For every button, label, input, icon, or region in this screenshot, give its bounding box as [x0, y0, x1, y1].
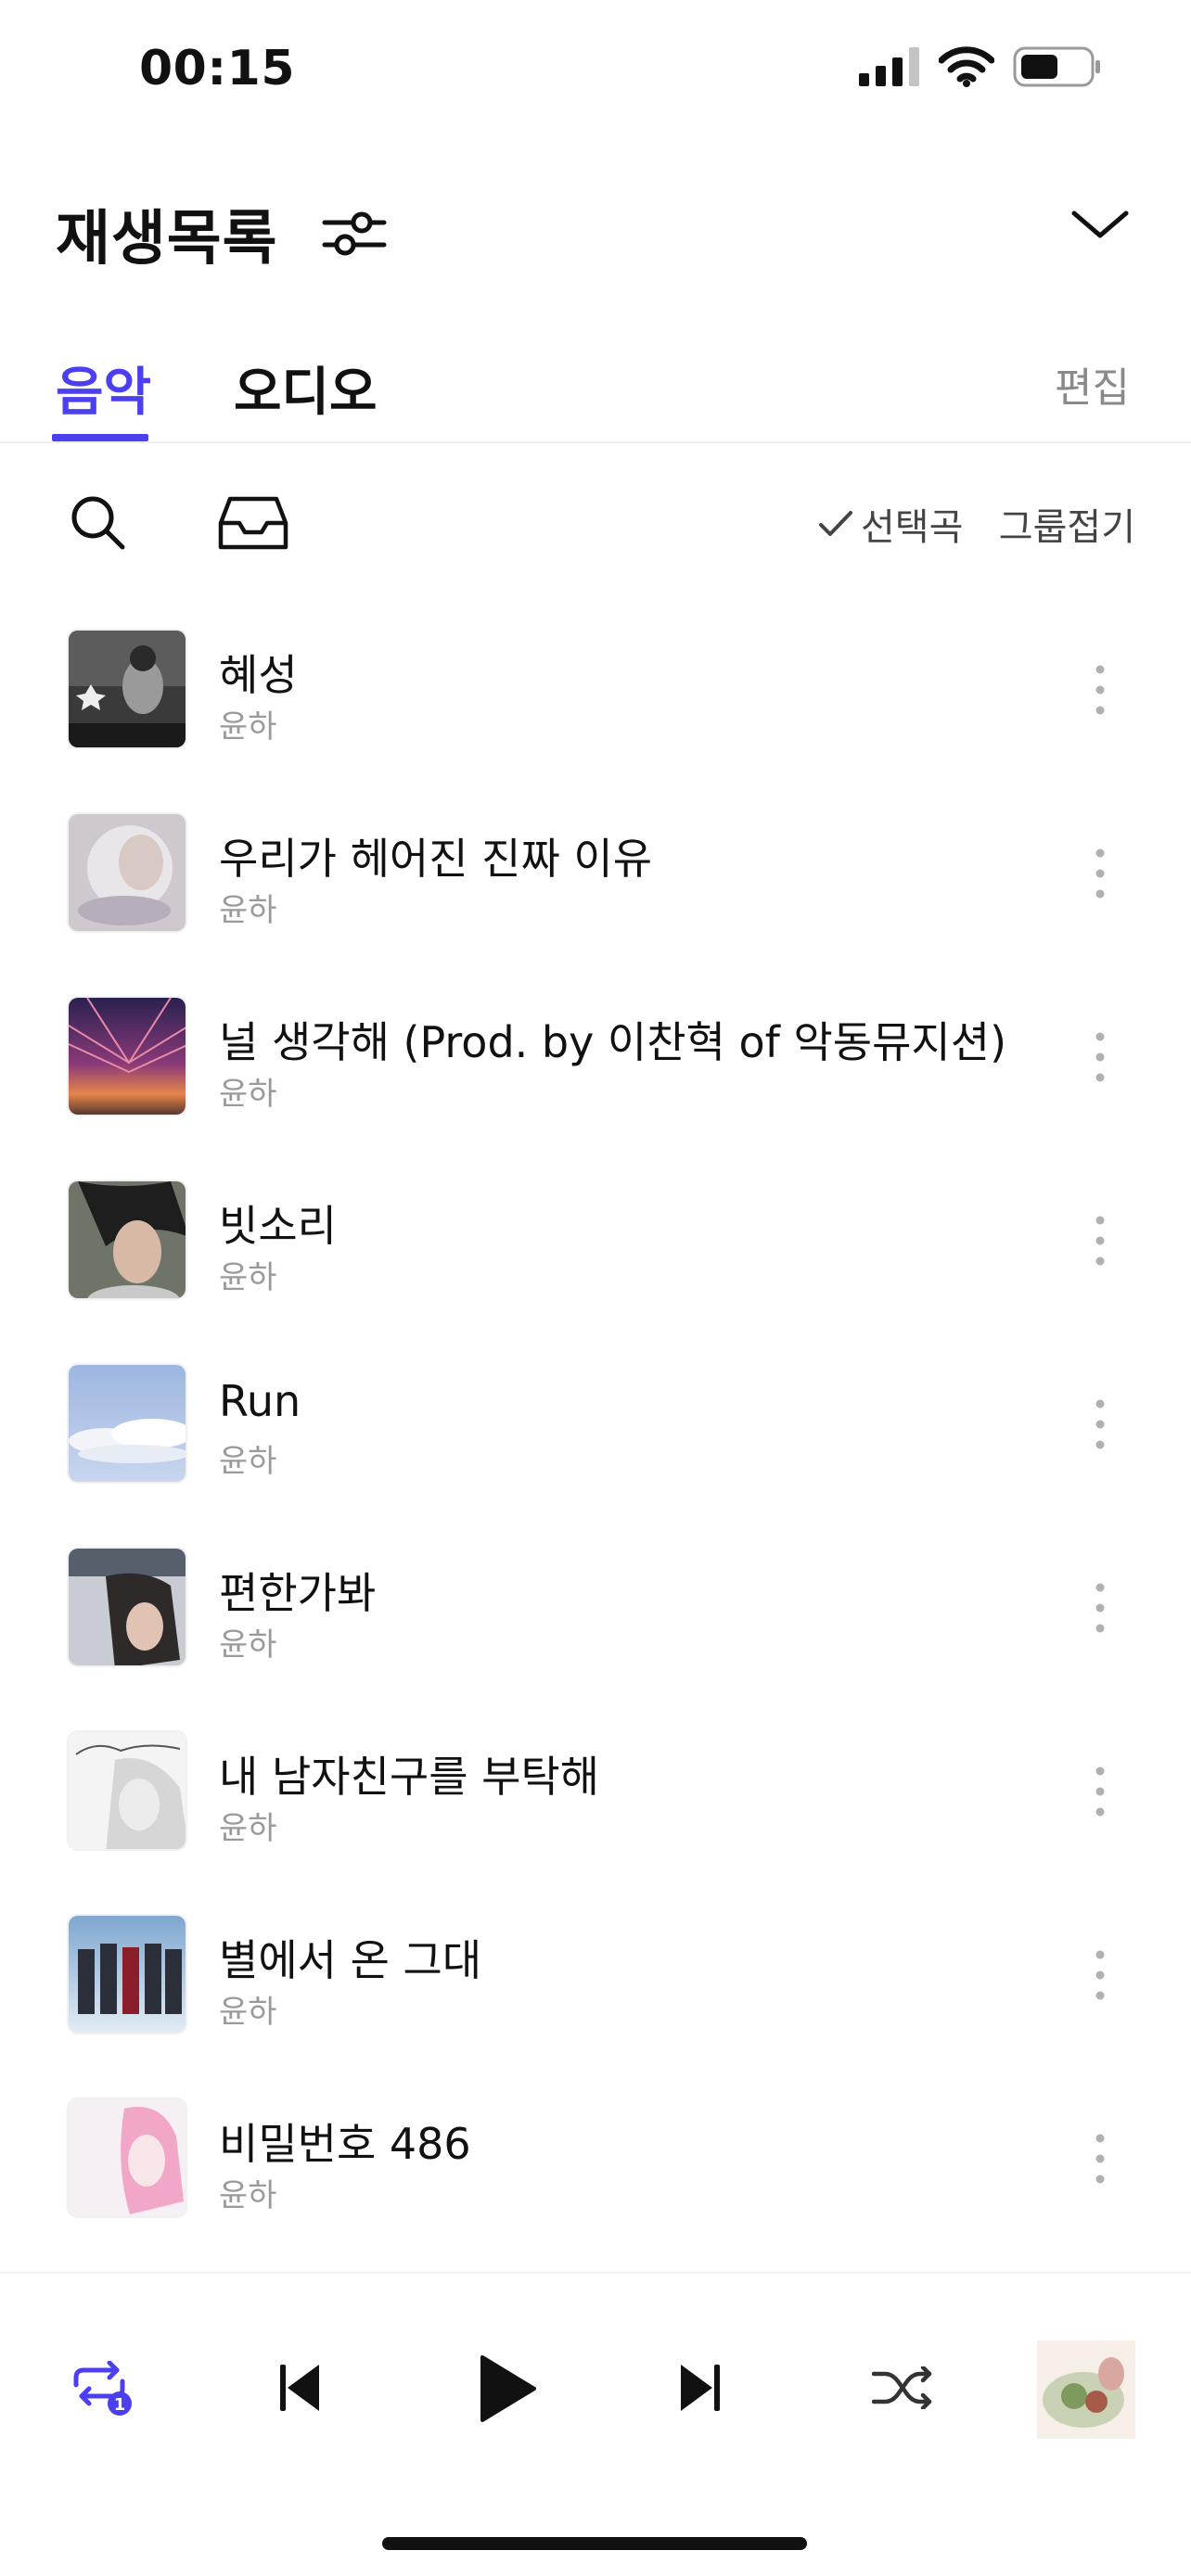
more-options-icon[interactable]: [1091, 1582, 1109, 1634]
album-art: [67, 2098, 187, 2218]
song-title: 우리가 헤어진 진짜 이유: [219, 834, 653, 884]
wifi-icon: [939, 46, 994, 87]
album-art: [67, 1914, 187, 2034]
song-title: 비밀번호 486: [219, 2119, 471, 2169]
list-item[interactable]: 비밀번호 486 윤하: [0, 2098, 1191, 2281]
battery-icon: [1013, 46, 1100, 87]
song-title: 편한가봐: [219, 1568, 377, 1618]
group-collapse-button[interactable]: 그룹접기: [999, 497, 1135, 551]
shuffle-icon[interactable]: [872, 2366, 933, 2409]
list-item[interactable]: Run 윤하: [0, 1363, 1191, 1547]
more-options-icon[interactable]: [1091, 1398, 1109, 1450]
album-art: [67, 629, 187, 749]
album-art: [67, 996, 187, 1116]
song-artist: 윤하: [219, 2177, 277, 2214]
page-title: 재생목록: [56, 205, 278, 274]
album-art: [67, 1547, 187, 1667]
check-icon: [819, 511, 852, 536]
song-artist: 윤하: [219, 892, 277, 929]
status-icons: [859, 46, 1102, 87]
next-track-icon[interactable]: [679, 2363, 722, 2413]
list-item[interactable]: 내 남자친구를 부탁해 윤하: [0, 1730, 1191, 1914]
more-options-icon[interactable]: [1091, 1766, 1109, 1817]
edit-button[interactable]: 편집: [1055, 354, 1130, 414]
chevron-down-icon[interactable]: [1070, 206, 1130, 243]
album-art: [67, 1730, 187, 1851]
song-artist: 윤하: [219, 1810, 277, 1847]
select-songs-label: 선택곡: [861, 506, 964, 549]
signal-icon: [859, 47, 919, 86]
status-time: 00:15: [139, 41, 296, 96]
inbox-icon[interactable]: [217, 495, 289, 553]
album-art: [67, 1180, 187, 1300]
active-tab-indicator: [52, 434, 148, 441]
song-artist: 윤하: [219, 708, 277, 746]
sliders-icon[interactable]: [321, 206, 388, 261]
tab-music[interactable]: 음악: [56, 351, 151, 426]
repeat-one-icon[interactable]: 1: [69, 2361, 134, 2417]
divider: [0, 441, 1191, 443]
list-item[interactable]: 편한가봐 윤하: [0, 1547, 1191, 1730]
song-artist: 윤하: [219, 1259, 277, 1296]
tab-audio[interactable]: 오디오: [234, 351, 378, 426]
more-options-icon[interactable]: [1091, 1949, 1109, 2001]
more-options-icon[interactable]: [1091, 664, 1109, 716]
song-artist: 윤하: [219, 1626, 277, 1664]
more-options-icon[interactable]: [1091, 848, 1109, 899]
repeat-badge: 1: [114, 2395, 126, 2415]
song-title: 널 생각해 (Prod. by 이찬혁 of 악동뮤지션): [219, 1017, 1007, 1067]
song-title: 빗소리: [219, 1201, 337, 1251]
song-title: 내 남자친구를 부탁해: [219, 1752, 600, 1802]
player-bar: [0, 2274, 1191, 2576]
song-artist: 윤하: [219, 1994, 277, 2031]
song-title: 별에서 온 그대: [219, 1935, 482, 1985]
song-title: Run: [219, 1376, 301, 1426]
list-item[interactable]: 빗소리 윤하: [0, 1180, 1191, 1363]
song-title: 혜성: [219, 650, 298, 700]
list-item[interactable]: 별에서 온 그대 윤하: [0, 1914, 1191, 2098]
now-playing-album-art[interactable]: [1037, 2340, 1135, 2439]
album-art: [67, 1363, 187, 1484]
song-artist: 윤하: [219, 1076, 277, 1113]
select-songs-button[interactable]: 선택곡: [818, 497, 963, 551]
search-icon[interactable]: [69, 493, 126, 551]
list-item[interactable]: 혜성 윤하: [0, 629, 1191, 812]
list-item[interactable]: 널 생각해 (Prod. by 이찬혁 of 악동뮤지션) 윤하: [0, 996, 1191, 1180]
more-options-icon[interactable]: [1091, 1215, 1109, 1267]
previous-track-icon[interactable]: [278, 2363, 321, 2413]
song-artist: 윤하: [219, 1443, 277, 1480]
list-item[interactable]: 우리가 헤어진 진짜 이유 윤하: [0, 812, 1191, 996]
more-options-icon[interactable]: [1091, 2133, 1109, 2185]
home-indicator: [382, 2537, 807, 2550]
play-icon[interactable]: [479, 2353, 538, 2424]
album-art: [67, 812, 187, 933]
more-options-icon[interactable]: [1091, 1031, 1109, 1083]
